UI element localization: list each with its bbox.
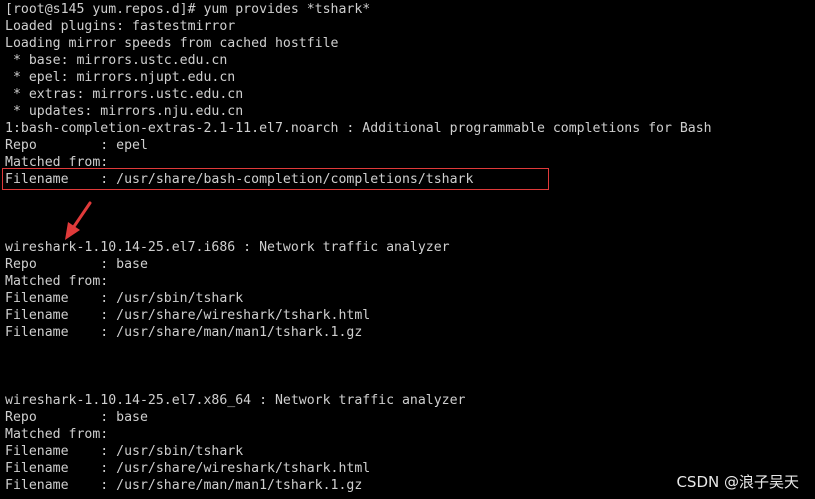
red-arrow-icon bbox=[65, 201, 92, 240]
terminal-line: Repo : epel bbox=[5, 138, 148, 153]
terminal-line: wireshark-1.10.14-25.el7.i686 : Network … bbox=[5, 240, 450, 255]
terminal-line: Loaded plugins: fastestmirror bbox=[5, 19, 236, 34]
terminal-line: 1:bash-completion-extras-2.1-11.el7.noar… bbox=[5, 121, 712, 136]
terminal-line: * updates: mirrors.nju.edu.cn bbox=[5, 104, 244, 119]
highlight-box bbox=[2, 168, 549, 190]
terminal-line: Repo : base bbox=[5, 410, 148, 425]
terminal-line: * extras: mirrors.ustc.edu.cn bbox=[5, 87, 244, 102]
terminal-line: Matched from: bbox=[5, 427, 109, 442]
terminal-line: Loading mirror speeds from cached hostfi… bbox=[5, 36, 339, 51]
terminal-line: Filename : /usr/share/man/man1/tshark.1.… bbox=[5, 325, 363, 340]
watermark: CSDN @浪子吴天 bbox=[676, 473, 799, 491]
terminal-line: * base: mirrors.ustc.edu.cn bbox=[5, 53, 228, 68]
terminal-line-prompt: [root@s145 yum.repos.d]# yum provides *t… bbox=[5, 2, 371, 17]
terminal-line: Filename : /usr/share/wireshark/tshark.h… bbox=[5, 308, 371, 323]
terminal-line: * epel: mirrors.njupt.edu.cn bbox=[5, 70, 236, 85]
terminal-line: Repo : base bbox=[5, 257, 148, 272]
terminal-line: Filename : /usr/sbin/tshark bbox=[5, 444, 244, 459]
terminal-window[interactable]: [root@s145 yum.repos.d]# yum provides *t… bbox=[0, 0, 815, 499]
terminal-line: Matched from: bbox=[5, 274, 109, 289]
terminal-line: wireshark-1.10.14-25.el7.x86_64 : Networ… bbox=[5, 393, 466, 408]
terminal-line: Filename : /usr/sbin/tshark bbox=[5, 291, 244, 306]
